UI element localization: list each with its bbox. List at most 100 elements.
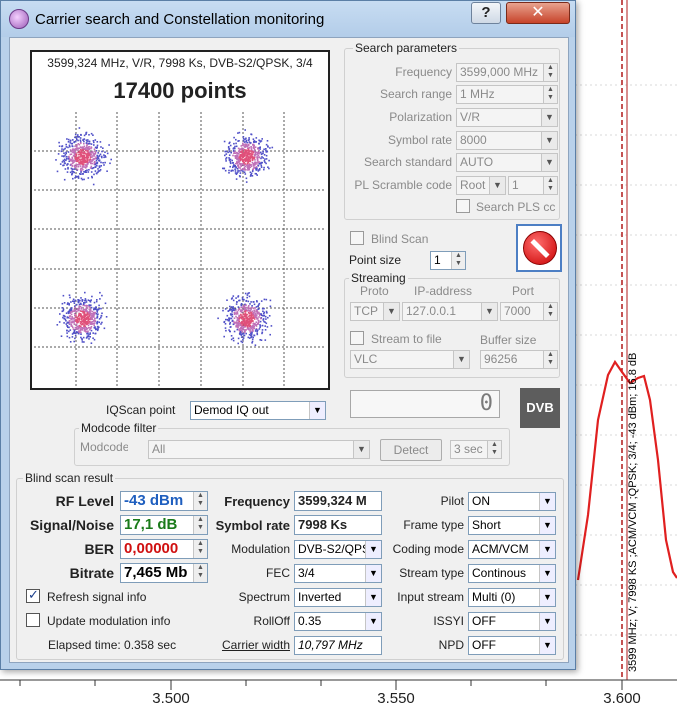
spinner-icon[interactable]: ▲ ▼: [543, 64, 557, 81]
npd-label: NPD: [438, 638, 464, 652]
input-stream-select[interactable]: Multi (0) ▼: [468, 588, 556, 607]
chevron-down-icon[interactable]: ▼: [365, 565, 381, 582]
spinner-icon[interactable]: ▲ ▼: [543, 303, 557, 320]
carrier-width-value: 10,797 MHz: [294, 636, 382, 655]
chevron-down-icon[interactable]: ▼: [353, 441, 369, 458]
modulation-label: Modulation: [231, 542, 290, 556]
spinner-icon[interactable]: ▲ ▼: [487, 441, 501, 458]
chevron-down-icon[interactable]: ▼: [453, 351, 469, 368]
search-standard-label: Search standard: [363, 155, 452, 169]
update-modulation-label: Update modulation info: [47, 614, 171, 628]
chevron-down-icon[interactable]: ▼: [541, 154, 557, 171]
spinner-icon[interactable]: ▲ ▼: [543, 177, 557, 194]
stop-button[interactable]: [516, 224, 562, 272]
chevron-down-icon[interactable]: ▼: [365, 613, 381, 630]
carrier-width-link[interactable]: Carrier width: [200, 638, 290, 652]
chevron-down-icon[interactable]: ▼: [539, 541, 555, 558]
symbol-rate-select[interactable]: 8000 ▼: [456, 131, 558, 150]
spinner-icon[interactable]: ▲ ▼: [543, 351, 557, 368]
coding-mode-label: Coding mode: [392, 542, 464, 556]
detect-button[interactable]: Detect: [380, 439, 442, 461]
chevron-down-icon[interactable]: ▼: [539, 493, 555, 510]
coding-mode-select[interactable]: ACM/VCM ▼: [468, 540, 556, 559]
input-stream-label: Input stream: [397, 590, 464, 604]
chevron-down-icon[interactable]: ▼: [541, 109, 557, 126]
refresh-signal-checkbox[interactable]: [26, 587, 40, 603]
search-standard-select[interactable]: AUTO ▼: [456, 153, 558, 172]
points-count: 17400 points: [113, 78, 247, 103]
proto-select[interactable]: TCP ▼: [350, 302, 400, 321]
ip-label: IP-address: [414, 284, 473, 298]
chevron-down-icon[interactable]: ▼: [365, 589, 381, 606]
constellation-plot: [34, 112, 326, 386]
refresh-signal-label: Refresh signal info: [47, 590, 147, 604]
spectrum-select[interactable]: Inverted ▼: [294, 588, 382, 607]
fec-select[interactable]: 3/4 ▼: [294, 564, 382, 583]
search-pls-checkbox[interactable]: [456, 199, 470, 213]
group-title: Search parameters: [353, 41, 460, 55]
stream-type-select[interactable]: Continous ▼: [468, 564, 556, 583]
frequency-result-label: Frequency: [224, 494, 290, 509]
port-label: Port: [512, 284, 535, 298]
frame-type-select[interactable]: Short ▼: [468, 516, 556, 535]
pilot-select[interactable]: ON ▼: [468, 492, 556, 511]
spinner-icon[interactable]: ▲ ▼: [451, 252, 465, 269]
npd-select[interactable]: OFF ▼: [468, 636, 556, 655]
rolloff-select[interactable]: 0.35 ▼: [294, 612, 382, 631]
help-button[interactable]: ?: [471, 2, 501, 24]
marker-label: 3599 MHz; V; 7998 KS ;ACM/VCM ;QPSK; 3/4…: [627, 352, 639, 672]
pilot-label: Pilot: [440, 494, 464, 508]
chevron-down-icon[interactable]: ▼: [481, 303, 497, 320]
group-title: Modcode filter: [79, 421, 159, 435]
chevron-down-icon[interactable]: ▼: [541, 132, 557, 149]
chevron-down-icon[interactable]: ▼: [489, 177, 505, 194]
stream-to-file-label: Stream to file: [371, 332, 442, 346]
spectrum-label: Spectrum: [238, 590, 290, 604]
chevron-down-icon[interactable]: ▼: [383, 303, 399, 320]
app-icon: [9, 9, 29, 29]
iqscan-select[interactable]: Demod IQ out ▼: [190, 401, 326, 420]
window-title: Carrier search and Constellation monitor…: [35, 11, 325, 28]
frequency-input[interactable]: 3599,000 MHz ▲ ▼: [456, 63, 558, 82]
title-bar[interactable]: Carrier search and Constellation monitor…: [1, 1, 575, 37]
chevron-down-icon[interactable]: ▼: [539, 613, 555, 630]
blind-scan-checkbox[interactable]: [350, 231, 364, 245]
frame-type-label: Frame type: [403, 518, 464, 532]
pl-scramble-select[interactable]: Root ▼: [456, 176, 506, 195]
chevron-down-icon[interactable]: ▼: [365, 541, 381, 558]
player-select[interactable]: VLC ▼: [350, 350, 470, 369]
chevron-down-icon[interactable]: ▼: [539, 565, 555, 582]
pl-scramble-number[interactable]: 1 ▲ ▼: [508, 176, 558, 195]
polarization-label: Polarization: [389, 110, 452, 124]
frequency-label: Frequency: [395, 65, 452, 79]
detect-time-input[interactable]: 3 sec ▲ ▼: [450, 440, 502, 459]
issyi-select[interactable]: OFF ▼: [468, 612, 556, 631]
modulation-select[interactable]: DVB-S2/QPS ▼: [294, 540, 382, 559]
close-button[interactable]: ✕: [506, 2, 570, 24]
ip-address-select[interactable]: 127.0.0.1 ▼: [402, 302, 498, 321]
spinner-icon[interactable]: ▲ ▼: [543, 86, 557, 103]
port-input[interactable]: 7000 ▲ ▼: [500, 302, 558, 321]
buffer-size-label: Buffer size: [480, 333, 537, 347]
x-tick-label: 3.500: [152, 690, 190, 707]
update-modulation-checkbox[interactable]: [26, 613, 40, 627]
search-range-input[interactable]: 1 MHz ▲ ▼: [456, 85, 558, 104]
chevron-down-icon[interactable]: ▼: [539, 589, 555, 606]
iqscan-label: IQScan point: [106, 403, 176, 417]
stop-icon: [523, 231, 557, 265]
buffer-size-input[interactable]: 96256 ▲ ▼: [480, 350, 558, 369]
chevron-down-icon[interactable]: ▼: [539, 517, 555, 534]
chevron-down-icon[interactable]: ▼: [309, 402, 325, 419]
x-tick-label: 3.550: [377, 690, 415, 707]
elapsed-time: Elapsed time: 0.358 sec: [48, 638, 177, 652]
chevron-down-icon[interactable]: ▼: [539, 637, 555, 654]
polarization-select[interactable]: V/R ▼: [456, 108, 558, 127]
constellation-panel: 3599,324 MHz, V/R, 7998 Ks, DVB-S2/QPSK,…: [30, 50, 330, 390]
stream-to-file-checkbox[interactable]: [350, 331, 364, 345]
fec-label: FEC: [266, 566, 290, 580]
modcode-select[interactable]: All ▼: [148, 440, 370, 459]
point-size-input[interactable]: 1 ▲ ▼: [430, 251, 466, 270]
search-range-label: Search range: [379, 87, 452, 101]
group-title: Blind scan result: [23, 471, 116, 485]
proto-label: Proto: [360, 284, 389, 298]
